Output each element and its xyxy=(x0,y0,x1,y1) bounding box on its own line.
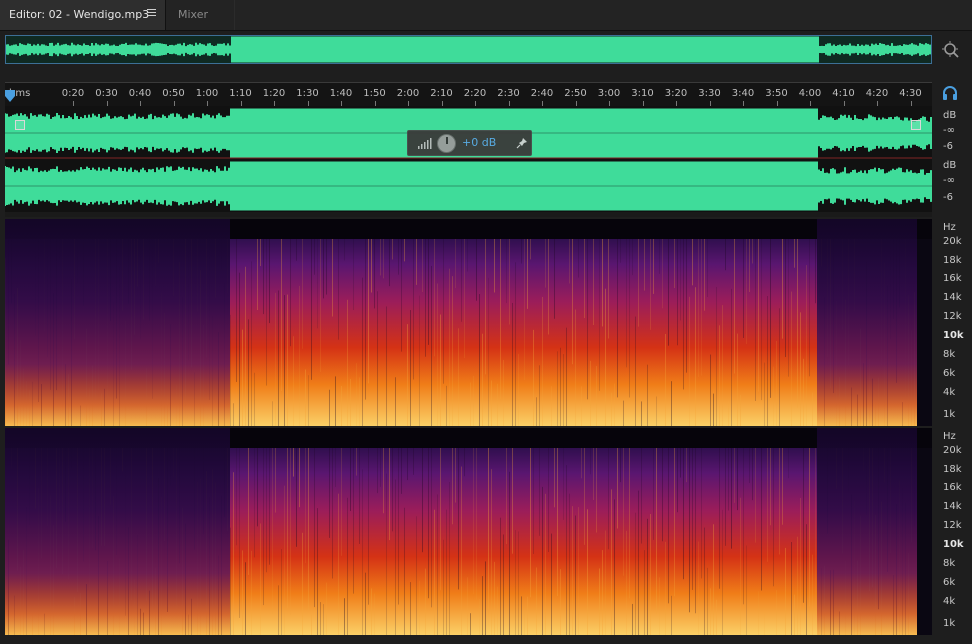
frequency-scale-channel-1: Hz 20k 18k 16k 14k 12k 10k 8k 6k 4k 1k xyxy=(933,221,972,426)
frequency-label: 20k xyxy=(943,445,962,456)
frequency-label: 12k xyxy=(943,520,962,531)
tab-mixer-label: Mixer xyxy=(178,8,209,21)
gain-knob[interactable] xyxy=(437,134,456,153)
frequency-label: 4k xyxy=(943,387,956,398)
db-unit-label: dB xyxy=(943,160,957,171)
ruler-tick-label: 2:00 xyxy=(396,88,420,99)
pin-icon[interactable] xyxy=(516,137,528,149)
hz-unit-label: Hz xyxy=(943,431,956,442)
playhead-marker[interactable] xyxy=(5,90,15,102)
ruler-tick-label: 2:30 xyxy=(497,88,520,99)
ruler-tick-label: 0:50 xyxy=(162,88,185,99)
waveform-display[interactable] xyxy=(5,106,932,213)
hz-unit-label: Hz xyxy=(943,222,956,233)
ruler-tick-label: 3:30 xyxy=(698,88,721,99)
panel-menu-icon[interactable] xyxy=(147,9,156,20)
frequency-label: 4k xyxy=(943,596,956,607)
frequency-label: 18k xyxy=(943,255,962,266)
ruler-tick-label: 2:40 xyxy=(530,88,554,99)
panel-tab-bar: Editor: 02 - Wendigo.mp3 Mixer xyxy=(0,0,972,31)
ruler-tick-label: 2:10 xyxy=(430,88,453,99)
tab-editor-label: Editor: 02 - Wendigo.mp3 xyxy=(9,8,150,21)
amplitude-scale: dB -∞ -6 dB -∞ -6 xyxy=(933,108,972,212)
frequency-label: 1k xyxy=(943,409,956,420)
fade-out-handle[interactable] xyxy=(911,120,921,130)
time-ruler[interactable]: hms 0:20 0:30 0:40 0:50 1:00 1:10 1:20 1:30 1:40… xyxy=(5,82,932,107)
frequency-label: 16k xyxy=(943,482,962,493)
ruler-tick-label: 3:50 xyxy=(765,88,788,99)
frequency-label: 1k xyxy=(943,618,956,629)
frequency-scale-channel-2: Hz 20k 18k 16k 14k 12k 10k 8k 6k 4k 1k xyxy=(933,430,972,635)
ruler-tick-label: 1:00 xyxy=(195,88,219,99)
frequency-label: 12k xyxy=(943,311,962,322)
ruler-tick-label: 3:10 xyxy=(631,88,654,99)
ruler-tick-label: 4:10 xyxy=(832,88,855,99)
waveform-channels xyxy=(5,108,932,211)
db-label: -∞ xyxy=(943,125,955,136)
db-label: -∞ xyxy=(943,175,955,186)
zoom-navigator-icon[interactable] xyxy=(941,40,961,60)
ruler-tick-label: 2:20 xyxy=(463,88,487,99)
ruler-tick-label: 1:10 xyxy=(229,88,252,99)
ruler-tick-label: 1:20 xyxy=(262,88,286,99)
ruler-tick-label: 0:30 xyxy=(95,88,118,99)
frequency-label: 18k xyxy=(943,464,962,475)
frequency-label: 6k xyxy=(943,368,956,379)
panel-divider-handle[interactable] xyxy=(5,212,932,217)
frequency-label: 10k xyxy=(943,539,964,550)
db-label: -6 xyxy=(943,141,953,152)
frequency-label: 16k xyxy=(943,273,962,284)
ruler-tick-label: 0:20 xyxy=(61,88,85,99)
ruler-tick-label: 4:30 xyxy=(899,88,922,99)
frequency-label: 14k xyxy=(943,292,962,303)
ruler-tick-label: 3:20 xyxy=(664,88,688,99)
spectral-display-channel-2[interactable] xyxy=(5,428,932,635)
gain-value[interactable]: +0 dB xyxy=(462,136,496,149)
ruler-tick-label: 3:40 xyxy=(731,88,755,99)
ruler-tick-label: 4:00 xyxy=(798,88,822,99)
level-meter-icon xyxy=(418,138,432,149)
frequency-label: 6k xyxy=(943,577,956,588)
ruler-tick-label: 0:40 xyxy=(128,88,152,99)
fade-in-handle[interactable] xyxy=(15,120,25,130)
db-label: -6 xyxy=(943,192,953,203)
ruler-tick-label: 1:50 xyxy=(363,88,386,99)
clip-gain-control[interactable]: +0 dB xyxy=(407,130,532,156)
tab-mixer[interactable]: Mixer xyxy=(166,0,235,30)
frequency-label: 14k xyxy=(943,501,962,512)
frequency-label: 8k xyxy=(943,558,956,569)
ruler-tick-label: 3:00 xyxy=(597,88,621,99)
ruler-ticks: 0:20 0:30 0:40 0:50 1:00 1:10 1:20 1:30 1:40 1:50… xyxy=(5,83,932,107)
ruler-tick-label: 1:40 xyxy=(329,88,353,99)
frequency-label: 20k xyxy=(943,236,962,247)
frequency-label: 8k xyxy=(943,349,956,360)
ruler-tick-label: 4:20 xyxy=(865,88,889,99)
headphones-icon[interactable] xyxy=(941,84,959,102)
ruler-tick-label: 2:50 xyxy=(564,88,587,99)
overview-waveform xyxy=(5,36,931,63)
spectral-display-channel-1[interactable] xyxy=(5,219,932,426)
overview-waveform-navigator[interactable] xyxy=(5,35,932,64)
db-unit-label: dB xyxy=(943,110,957,121)
frequency-label: 10k xyxy=(943,330,964,341)
ruler-tick-label: 1:30 xyxy=(296,88,319,99)
tab-editor[interactable]: Editor: 02 - Wendigo.mp3 xyxy=(0,0,166,30)
